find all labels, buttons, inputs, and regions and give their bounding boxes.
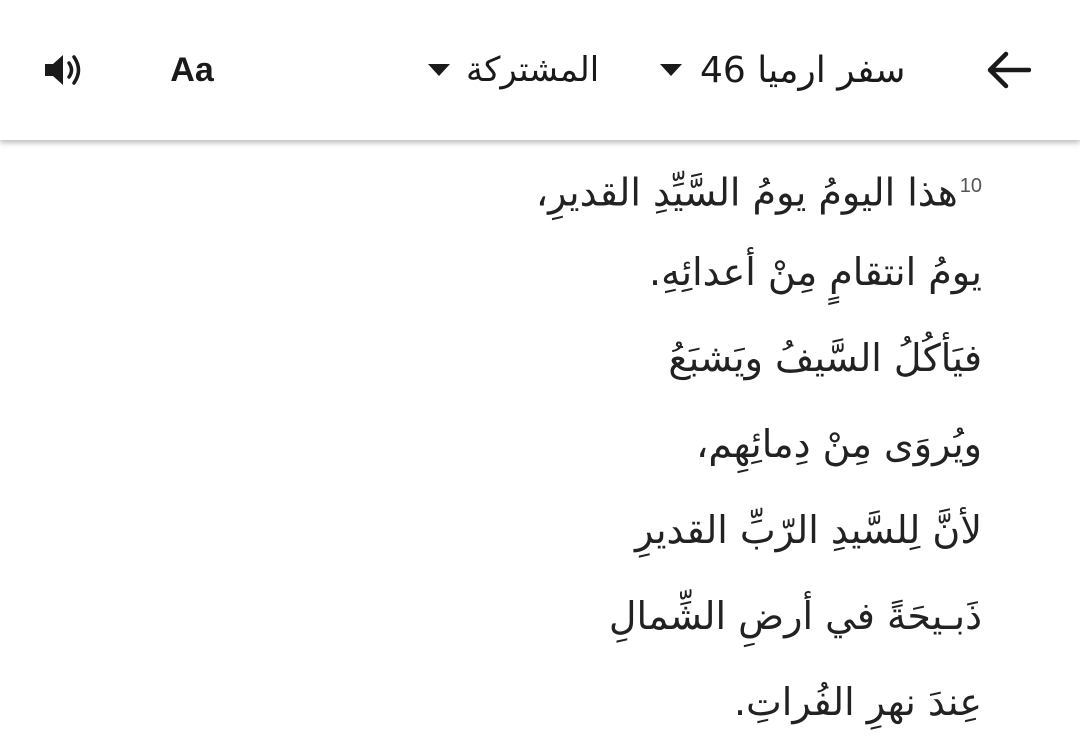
speaker-icon <box>45 55 81 85</box>
verse-line[interactable]: لأنَّ لِلسَّيدِ الرّبِّ القديرِ <box>635 500 982 560</box>
verse-line[interactable]: يومُ انتقامٍ مِنْ أعدائِهِ. <box>649 242 982 302</box>
verse-line-text: لأنَّ لِلسَّيدِ الرّبِّ القديرِ <box>634 508 982 552</box>
verse-line[interactable]: 10هذا اليومُ يومُ السَّيِّدِ القديرِ، <box>536 156 982 223</box>
bible-passage: 10هذا اليومُ يومُ السَّيِّدِ القديرِ، يو… <box>0 140 1080 745</box>
verse-line-text: فيَأكُلُ السَّيفُ ويَشبَعُ <box>668 336 982 380</box>
font-settings-label: Aa <box>170 50 214 89</box>
verse-line-text: عِندَ نهرِ الفُراتِ. <box>733 680 982 724</box>
verse-line[interactable]: ذَبـيحَةً في أرضِ الشِّمالِ <box>609 586 982 646</box>
caret-down-icon <box>660 64 682 76</box>
caret-down-icon <box>428 64 450 76</box>
verse-number: 10 <box>959 175 982 197</box>
audio-button[interactable] <box>36 38 92 102</box>
version-selector[interactable]: المشتركة <box>428 38 599 102</box>
arrow-left-icon <box>987 51 1031 89</box>
top-toolbar: سفر ارميا 46 المشتركة Aa <box>0 0 1080 140</box>
font-settings-button[interactable]: Aa <box>162 38 222 102</box>
verse-line[interactable]: ويُروَى مِنْ دِمائِهِم، <box>696 414 982 474</box>
back-button[interactable] <box>978 38 1038 102</box>
verse-line[interactable]: عِندَ نهرِ الفُراتِ. <box>734 672 982 732</box>
verse-line-text: ذَبـيحَةً في أرضِ الشِّمالِ <box>608 594 982 638</box>
verse-line[interactable]: فيَأكُلُ السَّيفُ ويَشبَعُ <box>668 328 982 388</box>
verse-line-text: يومُ انتقامٍ مِنْ أعدائِهِ. <box>649 250 982 294</box>
version-label: المشتركة <box>466 50 600 90</box>
verse-line-text: هذا اليومُ يومُ السَّيِّدِ القديرِ، <box>535 170 958 215</box>
verse-line-text: ويُروَى مِنْ دِمائِهِم، <box>696 422 982 466</box>
book-chapter-label: سفر ارميا 46 <box>700 49 906 91</box>
book-chapter-selector[interactable]: سفر ارميا 46 <box>660 38 905 102</box>
